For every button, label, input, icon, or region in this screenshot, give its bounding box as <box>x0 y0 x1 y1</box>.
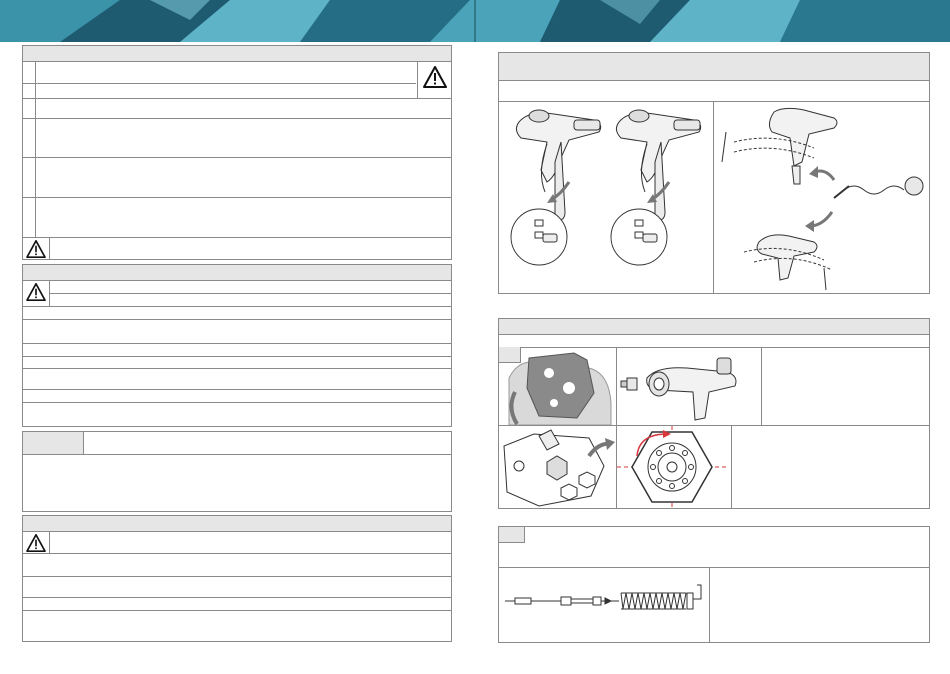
table-3-header-bar <box>23 516 451 532</box>
cleaning-brush-illustration <box>721 107 924 291</box>
nozzle-front-view-illustration <box>617 426 729 508</box>
table-2-row-line <box>23 389 451 390</box>
table-1-row-line <box>23 118 451 119</box>
header-banner <box>0 0 950 42</box>
table-3-row-line <box>23 553 451 554</box>
table-1-number-column-divider <box>35 61 36 237</box>
multi-tool-wrench-illustration <box>508 352 612 425</box>
warning-triangle-icon <box>26 283 46 306</box>
table-1-row-line <box>23 83 416 84</box>
nozzle-column-divider <box>761 347 762 425</box>
table-2-row-line <box>49 293 451 294</box>
table-1-icon-column-divider <box>417 61 418 98</box>
spring-section <box>498 526 930 643</box>
table-2-row-line <box>23 402 451 403</box>
note-box-row-line <box>23 454 451 455</box>
disassembly-section <box>498 52 930 294</box>
table-3-row-line <box>23 610 451 611</box>
table-1-row-line <box>23 98 451 99</box>
warning-table-1 <box>22 45 452 260</box>
wrench-detail-illustration <box>503 429 615 507</box>
warning-triangle-icon <box>26 240 46 263</box>
table-3-row-line <box>23 597 451 598</box>
table-1-row-line <box>23 237 451 238</box>
note-label-cell <box>23 432 84 454</box>
spray-gun-nozzle-illustration <box>620 357 737 421</box>
table-2-row-line <box>23 356 451 357</box>
table-2-row-line <box>23 343 451 344</box>
nozzle-column-divider <box>731 425 732 508</box>
table-1-row-line <box>23 197 451 198</box>
warning-table-3 <box>22 515 452 642</box>
disassembly-header-bar <box>499 53 929 81</box>
note-box <box>22 431 452 512</box>
header-pattern <box>0 0 950 42</box>
cleaning-spring-illustration <box>505 584 702 610</box>
table-3-row-line <box>23 576 451 577</box>
spring-row-line <box>499 567 929 568</box>
warning-table-2 <box>22 264 452 427</box>
table-1-row-line <box>23 157 451 158</box>
table-2-header-bar <box>23 265 451 281</box>
table-1-header-bar <box>23 46 451 62</box>
table-2-row-line <box>23 368 451 369</box>
nozzle-section <box>498 318 930 509</box>
spring-column-divider <box>709 567 710 642</box>
warning-triangle-icon <box>423 66 447 93</box>
table-2-row-line <box>23 306 451 307</box>
spring-coil <box>620 584 702 610</box>
nozzle-header-bar <box>499 319 929 335</box>
spray-gun-illustration <box>510 109 702 266</box>
spring-label-cell <box>499 527 525 543</box>
table-2-row-line <box>23 319 451 320</box>
table-1-footer-divider <box>49 237 50 259</box>
table-3-icon-divider <box>49 531 50 553</box>
